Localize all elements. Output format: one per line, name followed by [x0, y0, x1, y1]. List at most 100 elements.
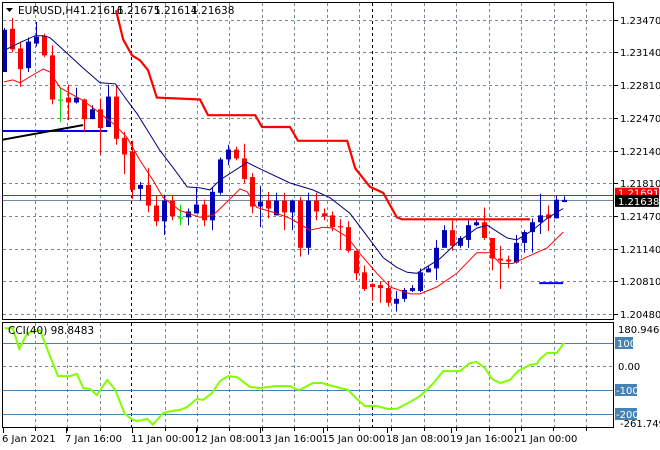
- cci-line: [4, 327, 565, 427]
- candle: [322, 208, 327, 221]
- dropdown-triangle-icon[interactable]: [6, 8, 13, 12]
- candle: [538, 193, 543, 235]
- candle-body: [154, 205, 159, 222]
- candle-body: [562, 199, 567, 203]
- candle-body: [314, 200, 319, 212]
- cci-indicator: [4, 327, 565, 427]
- candle: [82, 98, 87, 132]
- cci-min-label: -261.7498: [620, 419, 660, 430]
- time-tick-label: 12 Jan 08:00: [195, 434, 258, 445]
- candle: [370, 283, 375, 301]
- candle-body: [306, 200, 311, 248]
- candle-body: [218, 159, 223, 193]
- candle: [178, 204, 183, 226]
- time-axis[interactable]: 6 Jan 2021 7 Jan 16:00 11 Jan 00:00 12 Jan …: [2, 428, 587, 445]
- candle-body: [18, 48, 23, 70]
- cci-axis: 180.9465 100 0.00 -100 -200 -261.7498: [615, 325, 660, 430]
- candle-body: [58, 99, 63, 101]
- candle: [394, 290, 399, 312]
- candle: [170, 194, 175, 221]
- candle: [506, 255, 511, 269]
- candle-body: [146, 184, 151, 206]
- candle-body: [282, 200, 287, 213]
- candle-body: [266, 200, 271, 209]
- candle: [114, 84, 119, 145]
- candle: [234, 146, 239, 161]
- candle: [482, 207, 487, 240]
- candle: [250, 173, 255, 214]
- candle-body: [354, 250, 359, 274]
- candle: [314, 192, 319, 221]
- candle-body: [514, 242, 519, 263]
- candle-body: [322, 213, 327, 217]
- candle: [50, 45, 55, 105]
- time-tick-label: 11 Jan 00:00: [131, 434, 194, 445]
- candle-body: [386, 288, 391, 303]
- candle: [226, 144, 231, 166]
- candle: [218, 157, 223, 195]
- candle-body: [242, 158, 247, 180]
- candle-body: [378, 285, 383, 289]
- price-tick-label: 1.21470: [620, 212, 660, 223]
- candle-body: [250, 177, 255, 207]
- trendline-object: [3, 124, 84, 141]
- level-m100-label: -100: [616, 386, 639, 397]
- candle-body: [538, 215, 543, 223]
- time-tick-label: 6 Jan 2021: [2, 434, 56, 445]
- cci-max-label: 180.9465: [618, 325, 660, 336]
- candle-body: [66, 97, 71, 103]
- candle: [122, 131, 127, 175]
- candle: [162, 194, 167, 236]
- candle: [306, 192, 311, 255]
- candle-body: [442, 230, 447, 248]
- candle: [58, 87, 63, 123]
- candle: [354, 250, 359, 281]
- time-tick-label: 7 Jan 16:00: [65, 434, 122, 445]
- candle-body: [90, 109, 95, 120]
- candle-body: [426, 268, 431, 273]
- candle: [34, 21, 39, 47]
- candle: [530, 218, 535, 253]
- candle: [402, 288, 407, 302]
- candle-body: [338, 226, 343, 228]
- candle: [146, 168, 151, 213]
- price-tick-label: 1.22470: [620, 114, 660, 125]
- bid-price-label: 1.21638: [618, 197, 659, 208]
- candle-body: [498, 258, 503, 261]
- chart-symbol: EURUSD,H4: [18, 5, 80, 17]
- price-axis[interactable]: 1.234701.231401.228101.224701.221401.218…: [614, 16, 660, 321]
- price-tick-label: 1.20480: [620, 310, 660, 321]
- candle-body: [50, 55, 55, 100]
- cci-levels: [3, 343, 614, 415]
- level-100-label: 100: [617, 339, 636, 350]
- candle-body: [234, 149, 239, 159]
- candle: [202, 199, 207, 227]
- candle-body: [474, 222, 479, 226]
- candle: [274, 192, 279, 216]
- candle: [442, 225, 447, 248]
- candle: [298, 196, 303, 257]
- candle: [378, 281, 383, 303]
- candle-body: [290, 200, 295, 213]
- period-separators: [131, 3, 373, 427]
- level-0-label: 0.00: [618, 362, 640, 373]
- chart-window[interactable]: EURUSD,H4 1.21616 1.21675 1.21614 1.2163…: [0, 0, 660, 450]
- trailing-stop-line: [114, 9, 530, 221]
- candle-body: [106, 96, 111, 128]
- fast-moving-average: [3, 68, 564, 295]
- candle: [66, 84, 71, 121]
- candle: [210, 187, 215, 231]
- candle: [450, 220, 455, 251]
- candle-body: [162, 200, 167, 222]
- candle-body: [434, 247, 439, 269]
- candle-body: [362, 272, 367, 290]
- candle: [42, 33, 47, 58]
- price-tick-label: 1.22810: [620, 81, 660, 92]
- candle-body: [330, 215, 335, 228]
- ohlc-close: 1.21638: [191, 5, 234, 17]
- price-tick-label: 1.23140: [620, 48, 660, 59]
- candle-body: [410, 288, 415, 291]
- candles: [2, 18, 567, 312]
- candle-body: [194, 204, 199, 214]
- candle-body: [138, 184, 143, 189]
